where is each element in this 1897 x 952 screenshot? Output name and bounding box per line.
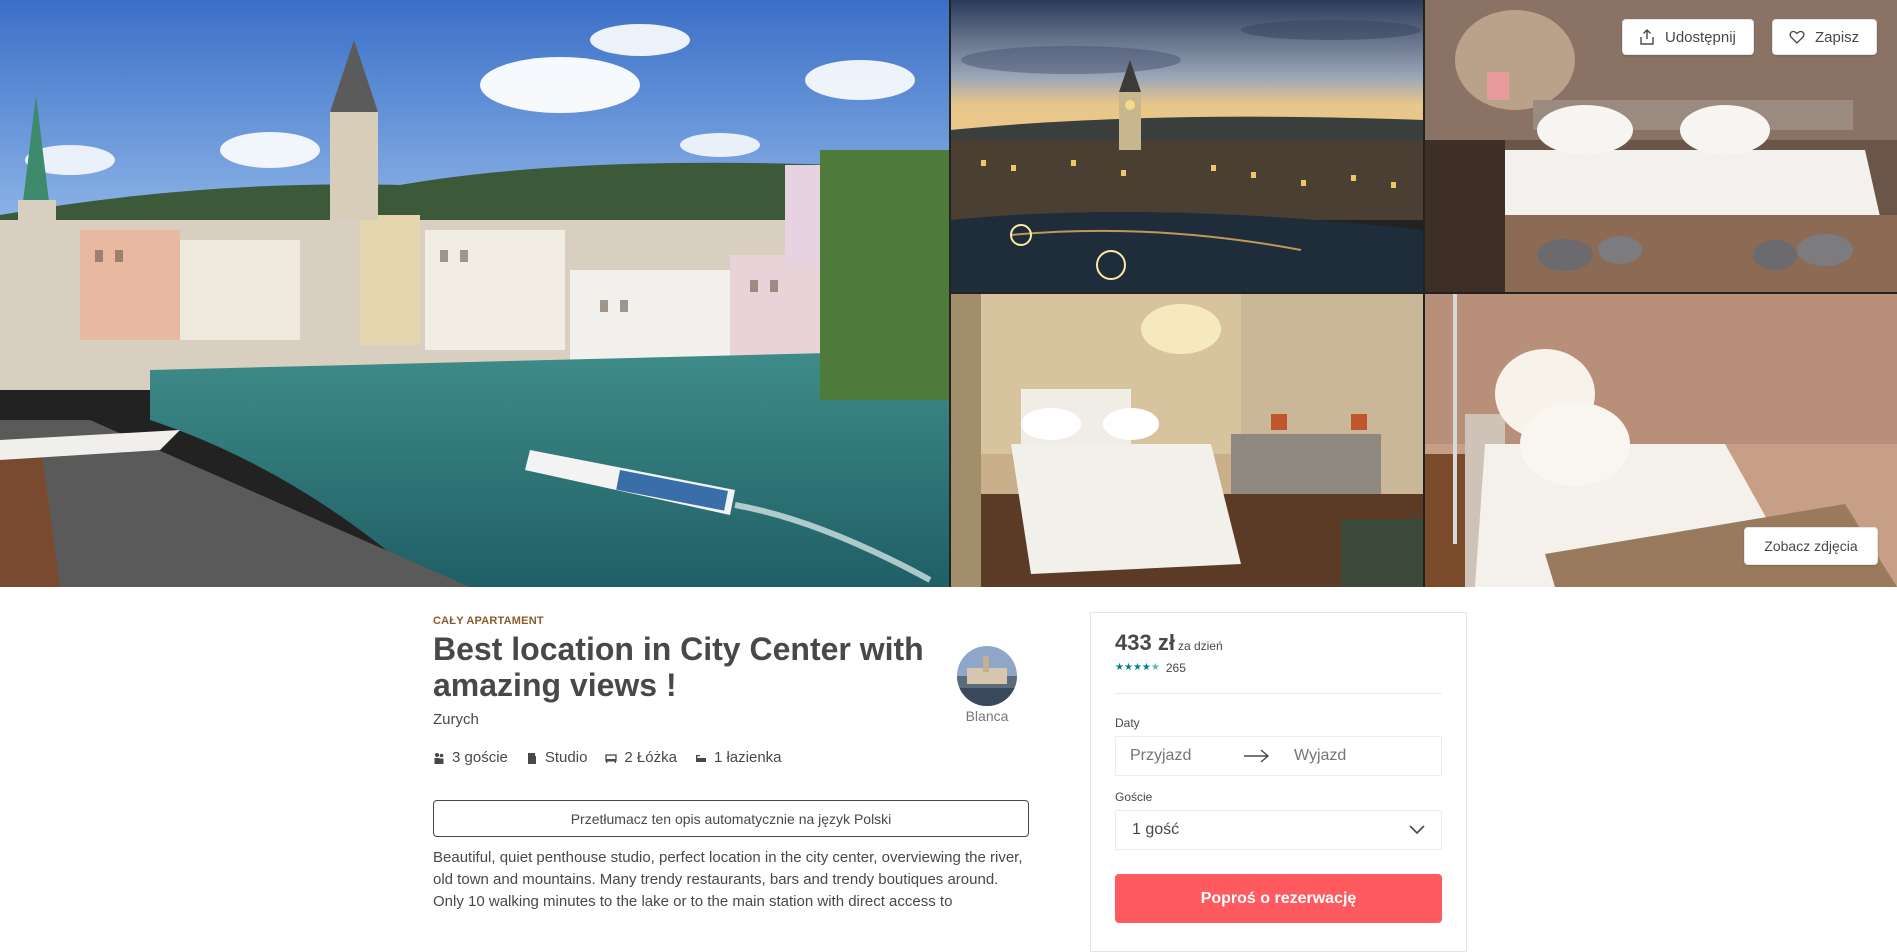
share-label: Udostępnij [1665, 28, 1736, 46]
rating-stars: ★ ★ ★ ★ ★ [1115, 663, 1160, 673]
star-icon: ★ [1115, 662, 1124, 673]
amenity-beds: 2 Łóżka [605, 749, 677, 766]
amenity-label: 1 łazienka [713, 749, 782, 766]
share-icon [1640, 29, 1654, 45]
date-picker[interactable]: Przyjazd Wyjazd [1115, 736, 1442, 776]
bed-icon [605, 753, 618, 763]
amenities-row: 3 goście Studio 2 Łóżka 1 łazienka [433, 749, 800, 766]
save-label: Zapisz [1815, 28, 1860, 46]
view-photos-button[interactable]: Zobacz zdjęcia [1744, 527, 1878, 565]
save-button[interactable]: Zapisz [1772, 19, 1877, 55]
heart-icon [1789, 30, 1805, 44]
booking-widget: 433 zł za dzień ★ ★ ★ ★ ★ 265 Daty Przyj… [1090, 612, 1467, 952]
amenity-label: Studio [544, 749, 588, 766]
listing-type: CAŁY APARTAMENT [433, 615, 544, 627]
amenity-bath: 1 łazienka [695, 749, 782, 766]
description-paragraph: Beautiful, quiet penthouse studio, perfe… [433, 849, 1023, 888]
price-period: za dzień [1177, 639, 1223, 653]
listing-description: Beautiful, quiet penthouse studio, perfe… [433, 847, 1033, 913]
photo-evening-view[interactable] [951, 0, 1423, 292]
reserve-button[interactable]: Poproś o rezerwację [1115, 874, 1442, 923]
nightly-price: 433 zł [1115, 630, 1175, 655]
star-icon: ★ [1141, 662, 1151, 673]
share-button[interactable]: Udostępnij [1622, 19, 1754, 55]
half-star-icon: ★ [1150, 662, 1160, 673]
guests-label: Goście [1115, 790, 1153, 804]
guests-icon [434, 752, 444, 764]
chevron-down-icon [1409, 825, 1425, 835]
amenity-label: 3 goście [452, 749, 508, 766]
amenity-guests: 3 goście [433, 749, 508, 766]
listing-city[interactable]: Zurych [433, 711, 479, 728]
host-profile[interactable]: Blanca [956, 646, 1018, 724]
photo-studio[interactable] [951, 294, 1423, 587]
dates-label: Daty [1115, 716, 1140, 730]
main-photo[interactable] [0, 0, 949, 587]
bath-icon [695, 754, 706, 762]
amenity-label: 2 Łóżka [624, 749, 677, 766]
checkout-input[interactable]: Wyjazd [1280, 747, 1430, 765]
guests-value: 1 gość [1132, 821, 1180, 838]
translate-description-button[interactable]: Przetłumacz ten opis automatycznie na ję… [433, 800, 1029, 837]
photo-gallery: Udostępnij Zapisz Zobacz zdjęcia [0, 0, 1897, 587]
rating-row[interactable]: ★ ★ ★ ★ ★ 265 [1115, 661, 1186, 675]
guests-select[interactable]: 1 gość [1115, 810, 1442, 850]
listing-title: Best location in City Center with amazin… [433, 631, 924, 703]
host-name[interactable]: Blanca [956, 708, 1018, 724]
reviews-count[interactable]: 265 [1166, 661, 1186, 675]
star-icon: ★ [1132, 662, 1142, 673]
studio-icon [527, 752, 536, 764]
amenity-studio: Studio [526, 749, 588, 766]
price-row: 433 zł za dzień [1115, 630, 1223, 656]
divider [1115, 693, 1442, 694]
description-paragraph: Only 10 walking minutes to the lake or t… [433, 893, 953, 910]
avatar[interactable] [957, 646, 1017, 706]
star-icon: ★ [1123, 662, 1133, 673]
arrow-right-icon [1244, 749, 1270, 763]
